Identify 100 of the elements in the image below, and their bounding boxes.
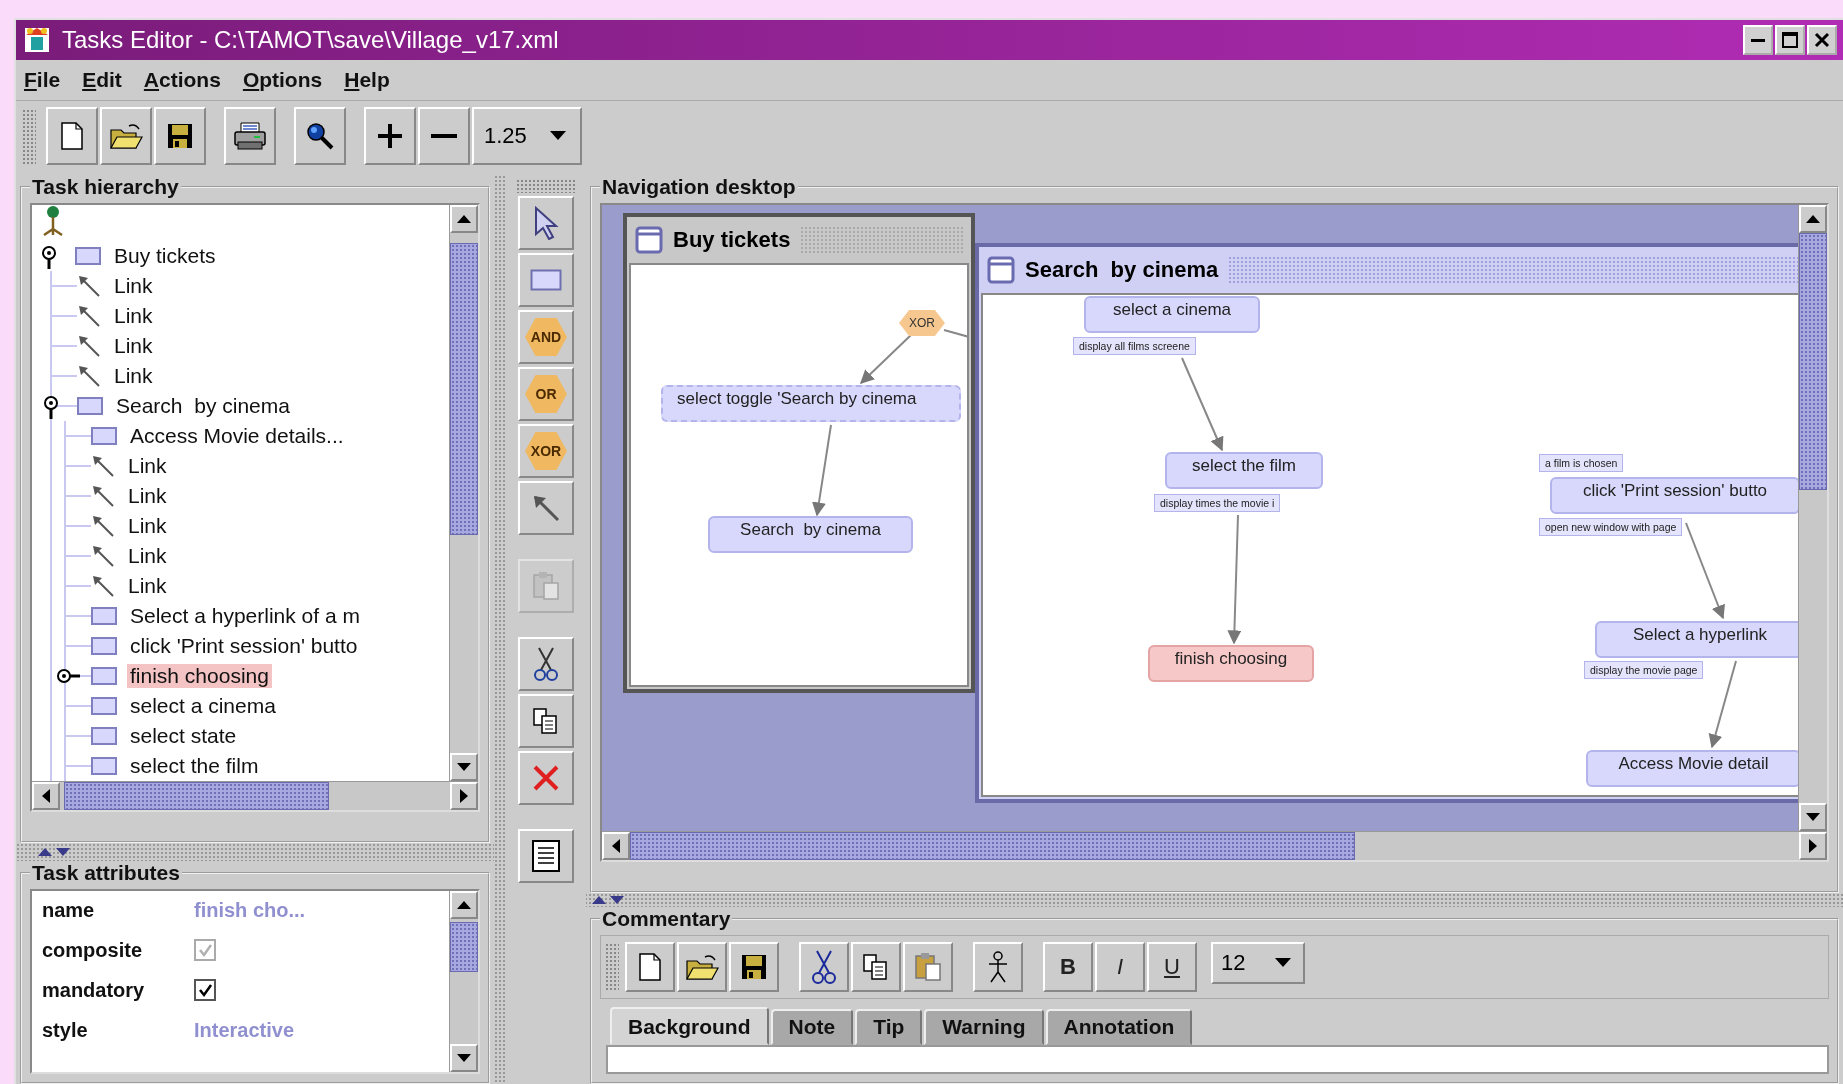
tree-item[interactable]: Access Movie details... — [127, 424, 347, 448]
task-node[interactable]: select a cinema — [1084, 296, 1260, 333]
menu-item[interactable]: File — [24, 68, 61, 92]
tree-item[interactable]: Link — [111, 334, 156, 358]
tree-item[interactable]: click 'Print session' butto — [127, 634, 361, 658]
format-button[interactable]: B — [1043, 942, 1093, 992]
zoom-out-button[interactable] — [418, 107, 470, 165]
horizontal-scrollbar[interactable] — [32, 781, 478, 810]
panel-title: Commentary — [601, 907, 732, 931]
vertical-scrollbar[interactable] — [449, 205, 478, 781]
search-button[interactable] — [294, 107, 346, 165]
format-button[interactable]: U — [1147, 942, 1197, 992]
menu-item[interactable]: Edit — [82, 68, 122, 92]
paste-button[interactable] — [903, 942, 953, 992]
down-triangle-icon[interactable] — [610, 896, 624, 904]
close-button[interactable] — [1807, 25, 1837, 55]
zoom-dropdown[interactable]: 1.25 — [472, 107, 582, 165]
scrollbar-thumb[interactable] — [63, 782, 330, 810]
scroll-left-button[interactable] — [32, 782, 60, 810]
open-button[interactable] — [677, 942, 727, 992]
scroll-down-button[interactable] — [450, 753, 478, 781]
scroll-down-button[interactable] — [1799, 803, 1827, 831]
scroll-left-button[interactable] — [602, 832, 630, 860]
diagram-window[interactable] — [975, 243, 1798, 803]
tree-item[interactable]: select state — [127, 724, 240, 748]
palette-tool-button[interactable] — [518, 829, 574, 883]
scroll-up-button[interactable] — [450, 891, 478, 919]
print-button[interactable] — [224, 107, 276, 165]
tree-item[interactable]: select the film — [127, 754, 262, 778]
scrollbar-thumb[interactable] — [1799, 233, 1827, 490]
task-node[interactable]: select the film — [1165, 452, 1323, 489]
tree-item[interactable]: Link — [111, 364, 156, 388]
palette-tool-button[interactable] — [518, 196, 574, 250]
scroll-up-button[interactable] — [450, 205, 478, 233]
font-size-dropdown[interactable]: 12 — [1211, 942, 1305, 984]
open-button[interactable] — [100, 107, 152, 165]
checkbox[interactable] — [194, 979, 216, 1001]
new-button[interactable] — [46, 107, 98, 165]
cut-button[interactable] — [799, 942, 849, 992]
scroll-down-button[interactable] — [450, 1044, 478, 1072]
tree-item[interactable]: finish choosing — [127, 664, 272, 688]
scroll-right-button[interactable] — [1799, 832, 1827, 860]
down-triangle-icon[interactable] — [56, 848, 70, 856]
tree-item[interactable]: Buy tickets — [111, 244, 219, 268]
palette-tool-button[interactable]: OR — [518, 367, 574, 421]
maximize-button[interactable] — [1775, 25, 1805, 55]
tree-item[interactable]: select a cinema — [127, 694, 279, 718]
tree-item[interactable]: Link — [125, 574, 170, 598]
right-triangle-icon — [1809, 839, 1817, 853]
save-button[interactable] — [154, 107, 206, 165]
vertical-scrollbar[interactable] — [1798, 205, 1827, 831]
scrollbar-thumb[interactable] — [630, 832, 1355, 860]
tree-item[interactable]: Link — [111, 304, 156, 328]
scroll-right-button[interactable] — [450, 782, 478, 810]
tree-item[interactable]: Link — [125, 514, 170, 538]
vertical-scrollbar[interactable] — [449, 891, 478, 1072]
tab[interactable]: Tip — [855, 1009, 923, 1045]
up-triangle-icon[interactable] — [592, 896, 606, 904]
scroll-up-button[interactable] — [1799, 205, 1827, 233]
tab[interactable]: Background — [610, 1007, 769, 1045]
tree-item[interactable]: Link — [125, 454, 170, 478]
task-node[interactable]: Access Movie detail — [1586, 750, 1798, 787]
toolbar-grip[interactable] — [22, 108, 36, 164]
palette-tool-button[interactable] — [518, 481, 574, 535]
toolbar-grip[interactable] — [516, 179, 576, 193]
task-node[interactable]: finish choosing — [1148, 645, 1314, 682]
menu-item[interactable]: Actions — [143, 68, 221, 92]
diagram-window[interactable]: Buy tickets XOR select toggle 'Search by cinema Search by cinema — [623, 213, 975, 693]
tab[interactable]: Note — [770, 1009, 854, 1045]
collapsed-node-handle-icon[interactable] — [56, 667, 82, 685]
person-button[interactable] — [973, 942, 1023, 992]
palette-tool-button[interactable] — [518, 637, 574, 691]
format-button[interactable]: I — [1095, 942, 1145, 992]
tree-item[interactable]: Link — [125, 544, 170, 568]
task-node[interactable]: click 'Print session' butto — [1550, 477, 1798, 514]
palette-tool-button[interactable]: XOR — [518, 424, 574, 478]
tree-item[interactable]: Select a hyperlink of a m — [127, 604, 363, 628]
commentary-text-area[interactable] — [606, 1045, 1829, 1074]
toolbar-grip[interactable] — [605, 943, 619, 991]
optional-task-node[interactable]: select toggle 'Search by cinema — [661, 385, 961, 422]
minimize-button[interactable] — [1743, 25, 1773, 55]
tab[interactable]: Annotation — [1045, 1009, 1193, 1045]
scrollbar-thumb[interactable] — [450, 921, 478, 972]
task-node[interactable]: Select a hyperlink — [1595, 621, 1798, 658]
tree-item[interactable]: Link — [125, 484, 170, 508]
save-button[interactable] — [729, 942, 779, 992]
tree-item[interactable]: Link — [111, 274, 156, 298]
up-triangle-icon[interactable] — [38, 848, 52, 856]
horizontal-scrollbar[interactable] — [602, 831, 1827, 860]
copy-button[interactable] — [851, 942, 901, 992]
tab[interactable]: Warning — [924, 1009, 1044, 1045]
tree-item[interactable]: Search by cinema — [113, 394, 293, 418]
menu-item[interactable]: Options — [242, 68, 323, 92]
new-button[interactable] — [625, 942, 675, 992]
menu-item[interactable]: Help — [344, 68, 390, 92]
palette-tool-button[interactable]: AND — [518, 310, 574, 364]
zoom-in-button[interactable] — [364, 107, 416, 165]
scrollbar-thumb[interactable] — [450, 243, 478, 535]
palette-tool-button[interactable] — [518, 694, 574, 748]
task-node[interactable]: Search by cinema — [708, 516, 913, 553]
